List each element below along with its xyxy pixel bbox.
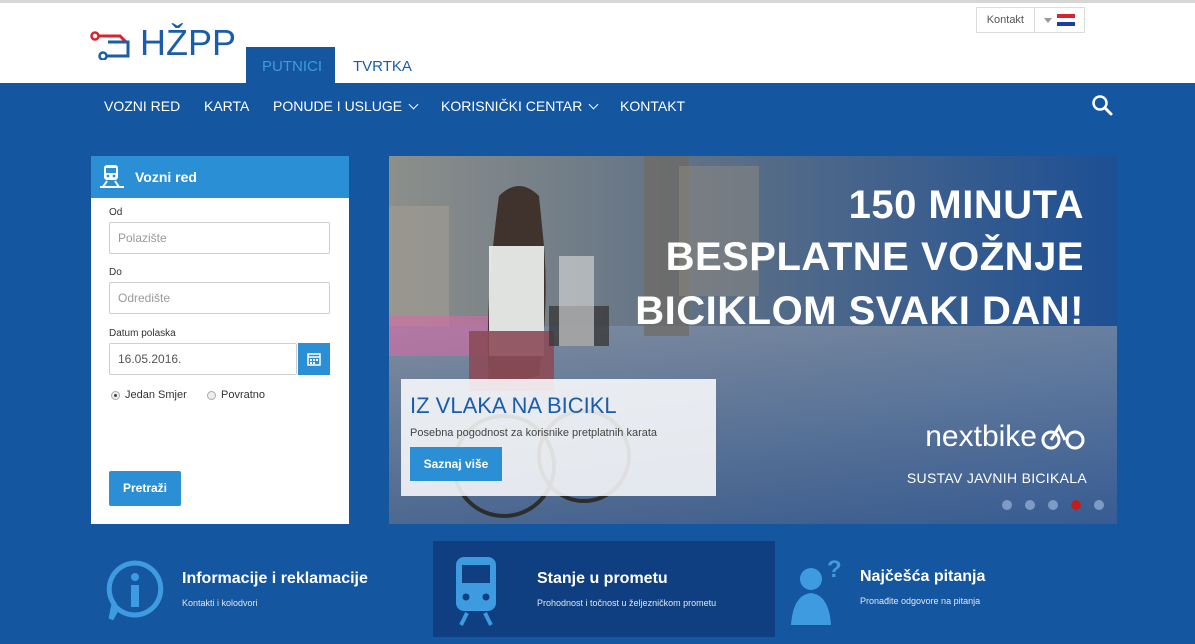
nav-item-korisnicki-centar[interactable]: KORISNIČKI CENTAR: [441, 83, 599, 129]
headline-line-1: 150 MINUTA: [848, 183, 1084, 227]
slider-dot[interactable]: [1094, 500, 1104, 510]
logo-mark-icon: [90, 26, 138, 61]
nav-item-kontakt[interactable]: KONTAKT: [620, 83, 685, 129]
chevron-down-icon: [1044, 17, 1052, 23]
brand-name: nextbike: [925, 420, 1037, 453]
question-person-icon: ?: [791, 556, 842, 625]
nav-item-vozni-red[interactable]: VOZNI RED: [104, 83, 180, 129]
train-icon: [456, 557, 496, 626]
caption-title: IZ VLAKA NA BICIKL: [410, 393, 617, 418]
radio-checked-icon: [111, 390, 120, 400]
nav-item-label: KORISNIČKI CENTAR: [441, 98, 583, 114]
date-input[interactable]: 16.05.2016.: [109, 343, 297, 375]
tile-title: Najčešća pitanja: [860, 568, 986, 585]
nav-item-label: KARTA: [204, 98, 250, 114]
tab-tvrtka[interactable]: TVRTKA: [337, 47, 428, 86]
return-radio[interactable]: Povratno: [207, 389, 265, 401]
hzpp-logo[interactable]: HŽPP: [90, 25, 236, 61]
hero-banner[interactable]: 150 MINUTA BESPLATNE VOŽNJE BICIKLOM SVA…: [389, 156, 1117, 524]
timetable-panel: Vozni red Od Polazište Do Odredište Datu…: [91, 156, 349, 524]
slider-dot[interactable]: [1002, 500, 1012, 510]
main-nav: VOZNI RED KARTA PONUDE I USLUGE KORISNIČ…: [0, 83, 1195, 129]
croatian-flag-icon: [1057, 14, 1075, 26]
logo-text: HŽPP: [140, 22, 237, 63]
train-icon: [99, 163, 125, 192]
timetable-header: Vozni red: [91, 156, 349, 198]
tile-info[interactable]: Informacije i reklamacije Kontakti i kol…: [91, 541, 433, 637]
to-input[interactable]: Odredište: [109, 282, 330, 314]
nextbike-logo: nextbike: [925, 420, 1087, 454]
from-input[interactable]: Polazište: [109, 222, 330, 254]
tile-faq[interactable]: ? Najčešća pitanja Pronađite odgovore na…: [775, 541, 1117, 637]
return-label: Povratno: [221, 389, 266, 401]
contact-link[interactable]: Kontakt: [975, 7, 1035, 33]
brand-subtitle: SUSTAV JAVNIH BICIKALA: [906, 470, 1087, 486]
calendar-icon[interactable]: [298, 343, 330, 375]
tile-title: Stanje u prometu: [537, 570, 668, 587]
slider-dot-active[interactable]: [1071, 500, 1081, 510]
search-button[interactable]: Pretraži: [109, 471, 181, 506]
utility-bar: Kontakt: [975, 7, 1085, 33]
search-icon[interactable]: [1090, 93, 1114, 117]
slider-dots: [1002, 500, 1104, 510]
slider-dot[interactable]: [1025, 500, 1035, 510]
nav-item-ponude-i-usluge[interactable]: PONUDE I USLUGE: [273, 83, 419, 129]
timetable-title: Vozni red: [135, 169, 197, 185]
chevron-down-icon: [588, 99, 599, 109]
info-tiles: Informacije i reklamacije Kontakti i kol…: [91, 541, 1117, 637]
nav-item-label: KONTAKT: [620, 98, 686, 114]
headline-line-3: BICIKLOM SVAKI DAN!: [635, 289, 1084, 333]
from-label: Od: [109, 207, 123, 218]
nav-item-label: PONUDE I USLUGE: [273, 98, 403, 114]
radio-unchecked-icon: [207, 390, 216, 400]
tile-title: Informacije i reklamacije: [182, 570, 368, 587]
banner-caption: IZ VLAKA NA BICIKL Posebna pogodnost za …: [401, 379, 716, 496]
tile-traffic[interactable]: Stanje u prometu Prohodnost i točnost u …: [433, 541, 775, 637]
date-label: Datum polaska: [109, 328, 176, 339]
svg-text:?: ?: [827, 556, 842, 583]
tile-subtitle: Prohodnost i točnost u željezničkom prom…: [537, 598, 717, 608]
learn-more-button[interactable]: Saznaj više: [410, 447, 502, 481]
nav-item-karta[interactable]: KARTA: [204, 83, 249, 129]
language-selector[interactable]: [1035, 7, 1085, 33]
to-label: Do: [109, 267, 122, 278]
chevron-down-icon: [408, 99, 419, 109]
bicycle-icon: [1041, 423, 1085, 450]
one-way-label: Jedan Smjer: [125, 389, 187, 401]
slider-dot[interactable]: [1048, 500, 1058, 510]
tile-subtitle: Pronađite odgovore na pitanja: [860, 596, 981, 606]
info-icon: [106, 560, 164, 621]
caption-subtitle: Posebna pogodnost za korisnike pretplatn…: [410, 427, 658, 439]
headline-line-2: BESPLATNE VOŽNJE: [665, 235, 1084, 279]
tile-subtitle: Kontakti i kolodvori: [182, 598, 258, 608]
tab-putnici[interactable]: PUTNICI: [246, 47, 335, 86]
nav-item-label: VOZNI RED: [104, 98, 181, 114]
one-way-radio[interactable]: Jedan Smjer: [111, 389, 187, 401]
top-header: HŽPP PUTNICI TVRTKA Kontakt: [0, 0, 1195, 86]
